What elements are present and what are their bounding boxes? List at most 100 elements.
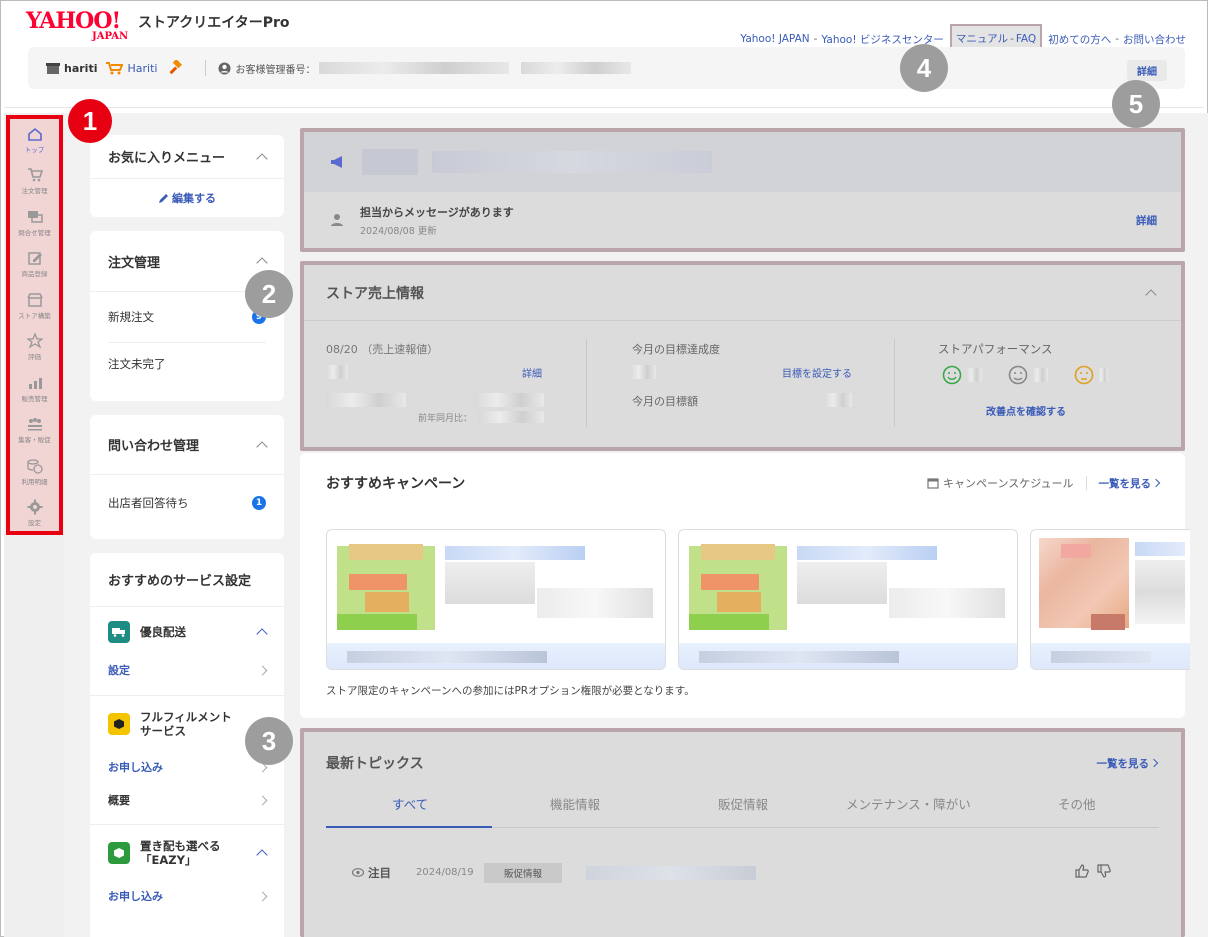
notice-banner[interactable] xyxy=(304,132,1181,192)
campaign-see-all-link[interactable]: 一覧を見る xyxy=(1099,476,1152,491)
campaign-actions: キャンペーンスケジュール 一覧を見る xyxy=(927,475,1161,491)
divider xyxy=(205,60,207,76)
thumbs-down-icon[interactable] xyxy=(1097,864,1111,878)
chevron-right-icon xyxy=(257,795,268,805)
topics-see-all-link: 一覧を見る xyxy=(1096,757,1150,770)
notice-updated: 2024/08/08 更新 xyxy=(360,225,437,237)
redacted-text xyxy=(699,651,899,663)
service-link-label: お申し込み xyxy=(108,761,163,774)
redacted-text xyxy=(537,588,653,618)
topics-header: 最新トピックス 一覧を見る xyxy=(304,732,1181,794)
link-first-time[interactable]: 初めての方へ xyxy=(1048,32,1111,47)
store-name[interactable]: Hariti xyxy=(105,60,185,76)
rail-item-store-build[interactable]: ストア構築 xyxy=(10,285,59,327)
campaign-image xyxy=(365,592,409,612)
redacted-value xyxy=(1032,368,1048,382)
chevron-right-icon xyxy=(257,665,268,675)
sales-detail-link[interactable]: 詳細 xyxy=(522,365,542,380)
edit-icon xyxy=(27,252,42,265)
campaign-card[interactable] xyxy=(326,529,666,670)
link-manual[interactable]: マニュアル xyxy=(956,31,1008,46)
service-link-label: 設定 xyxy=(108,664,130,677)
tab-other[interactable]: その他 xyxy=(1058,794,1096,813)
redacted-value xyxy=(630,365,656,379)
main-content: 担当からメッセージがあります 2024/08/08 更新 詳細 ストア売上情報 … xyxy=(296,113,1208,937)
notice-message-row[interactable]: 担当からメッセージがあります 2024/08/08 更新 詳細 xyxy=(304,192,1181,248)
store-id[interactable]: hariti xyxy=(46,62,97,75)
rail-item-top[interactable]: トップ xyxy=(10,119,59,161)
services-header: おすすめのサービス設定 xyxy=(90,553,284,607)
annotation-badge-5: 5 xyxy=(1112,80,1160,128)
rail-item-inquiries[interactable]: 問合せ管理 xyxy=(10,202,59,244)
rail-item-promotion[interactable]: 集客・販促 xyxy=(10,410,59,452)
campaign-image xyxy=(1061,544,1091,558)
service-link-overview[interactable]: 概要 xyxy=(90,782,284,818)
orders-row-incomplete[interactable]: 注文未完了 xyxy=(90,343,284,385)
orders-card: 注文管理 新規注文 9 注文未完了 xyxy=(90,231,284,401)
topics-see-all[interactable]: 一覧を見る xyxy=(1096,756,1159,771)
customer-number-redacted xyxy=(521,62,632,74)
topic-item[interactable]: 注目 2024/08/19 販促情報 xyxy=(304,846,1181,906)
performance-bad xyxy=(1074,365,1108,385)
count-badge: 1 xyxy=(252,496,266,510)
inquiries-row-awaiting[interactable]: 出店者回答待ち 1 xyxy=(90,475,284,531)
improve-link[interactable]: 改善点を確認する xyxy=(986,403,1066,418)
tab-maintenance[interactable]: メンテナンス・障がい xyxy=(846,794,971,813)
rail-item-label: 問合せ管理 xyxy=(18,228,51,237)
link-yahoo-japan[interactable]: Yahoo! JAPAN xyxy=(740,33,809,45)
rail-item-label: 注文管理 xyxy=(21,187,48,196)
link-faq[interactable]: FAQ xyxy=(1016,33,1036,45)
tab-features[interactable]: 機能情報 xyxy=(550,794,600,813)
campaign-card[interactable] xyxy=(678,529,1018,670)
service-name: フルフィルメント サービス xyxy=(108,710,232,738)
rail-item-orders[interactable]: 注文管理 xyxy=(10,161,59,203)
yahoo-logo[interactable]: YAHOO! JAPAN xyxy=(26,10,138,44)
service-eazy[interactable]: 置き配も選べる 「EAZY」 xyxy=(90,825,284,881)
redacted-text xyxy=(362,149,418,175)
store-icon xyxy=(26,293,43,307)
topic-category: 販促情報 xyxy=(484,863,563,883)
service-link-apply[interactable]: お申し込み xyxy=(90,881,284,911)
campaign-image xyxy=(689,614,769,630)
rail-item-label: 設定 xyxy=(28,519,41,528)
link-contact[interactable]: お問い合わせ xyxy=(1123,32,1186,47)
rail-item-sales[interactable]: 販売管理 xyxy=(10,368,59,410)
tab-all[interactable]: すべて xyxy=(392,794,428,813)
rail-item-products[interactable]: 商品登録 xyxy=(10,244,59,286)
tab-promotion[interactable]: 販促情報 xyxy=(718,794,768,813)
sales-panel: ストア売上情報 08/20 （売上速報値） 詳細 前年同月比： 今月の目標達成度… xyxy=(300,261,1185,451)
campaign-schedule-link[interactable]: キャンペーンスケジュール xyxy=(943,475,1073,491)
rail-item-reviews[interactable]: 評価 xyxy=(10,327,59,369)
redacted-value xyxy=(966,368,982,382)
rail-highlight: トップ 注文管理 問合せ管理 商品登録 ストア構築 評価 販売管理 集客・販促 xyxy=(6,115,63,535)
campaign-card-footer xyxy=(1031,643,1190,669)
campaign-title: おすすめキャンペーン xyxy=(326,476,466,492)
notice-detail-link[interactable]: 詳細 xyxy=(1136,213,1157,228)
divider xyxy=(1085,476,1087,490)
inquiries-header[interactable]: 問い合わせ管理 xyxy=(90,415,284,475)
redacted-text xyxy=(1135,560,1185,624)
detail-button[interactable]: 詳細 xyxy=(1127,60,1167,81)
favorites-edit[interactable]: 編集する xyxy=(90,179,284,217)
collapse-icon xyxy=(1145,288,1157,301)
campaign-card[interactable] xyxy=(1030,529,1190,670)
customer-number: お客様管理番号： xyxy=(218,61,632,76)
redacted-value xyxy=(326,365,348,379)
redacted-value xyxy=(474,393,544,407)
rail-item-settings[interactable]: 設定 xyxy=(10,493,59,535)
thumbs-up-icon[interactable] xyxy=(1075,864,1089,878)
service-name-lines: フルフィルメント サービス xyxy=(140,710,232,738)
app-title: ストアクリエイターPro xyxy=(138,15,290,31)
rail-item-billing[interactable]: 利用明細 xyxy=(10,451,59,493)
set-target-link[interactable]: 目標を設定する xyxy=(782,365,852,380)
sales-header[interactable]: ストア売上情報 xyxy=(304,265,1181,321)
favorites-header[interactable]: お気に入りメニュー xyxy=(90,135,284,179)
yoy-label: 前年同月比： xyxy=(418,414,473,424)
campaign-panel: おすすめキャンペーン キャンペーンスケジュール 一覧を見る ストア限定のキャンペ… xyxy=(300,453,1190,718)
service-name-line1: フルフィルメント xyxy=(140,710,232,724)
service-name-text: 優良配送 xyxy=(140,625,186,639)
service-link-settings[interactable]: 設定 xyxy=(90,653,284,687)
service-excellent-delivery[interactable]: 優良配送 xyxy=(90,611,284,653)
cart-icon xyxy=(27,168,43,182)
orders-row-label: 新規注文 xyxy=(108,310,154,324)
